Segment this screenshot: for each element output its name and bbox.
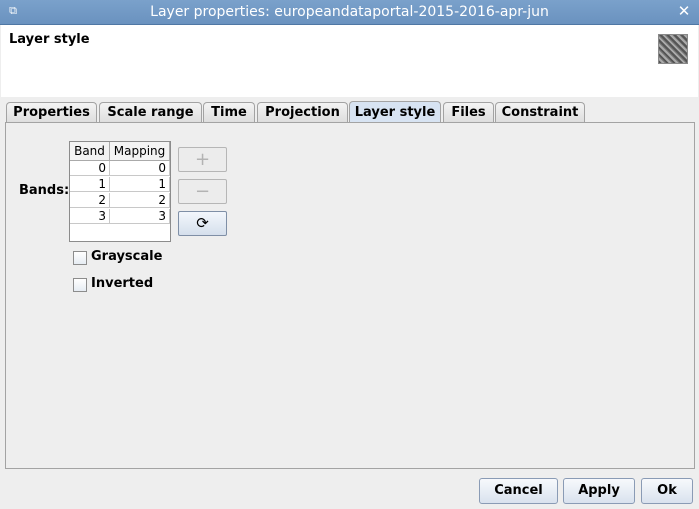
plus-icon: + [194,149,211,170]
apply-button[interactable]: Apply [563,478,635,504]
tab-files[interactable]: Files [443,102,494,122]
ok-button[interactable]: Ok [641,478,693,504]
table-cell-band[interactable]: 0 [70,161,110,176]
close-icon[interactable]: ✕ [676,3,692,19]
column-header-band[interactable]: Band [70,142,110,161]
table-cell-mapping[interactable]: 3 [110,209,170,224]
table-cell-mapping[interactable]: 1 [110,177,170,192]
bands-table[interactable]: Band Mapping 0 0 1 1 2 2 3 3 [69,141,171,242]
cancel-button[interactable]: Cancel [479,478,558,504]
minus-icon: − [194,181,211,202]
add-band-button[interactable]: + [178,147,227,172]
window-title: Layer properties: europeandataportal-201… [150,4,549,20]
layer-style-panel: Bands: Band Mapping 0 0 1 1 2 2 3 3 + − … [5,122,695,469]
table-cell-band[interactable]: 1 [70,177,110,192]
table-cell-band[interactable]: 2 [70,193,110,208]
title-bar: ⧉ Layer properties: europeandataportal-2… [0,0,699,25]
grayscale-checkbox-box[interactable] [73,251,87,265]
column-header-mapping[interactable]: Mapping [110,142,170,161]
table-cell-band[interactable]: 3 [70,209,110,224]
refresh-bands-button[interactable]: ⟳ [178,211,227,236]
tab-projection[interactable]: Projection [257,102,348,122]
tab-constraint[interactable]: Constraint [495,102,585,122]
tab-properties[interactable]: Properties [6,102,97,122]
table-cell-mapping[interactable]: 0 [110,161,170,176]
tab-time[interactable]: Time [203,102,255,122]
inverted-checkbox-box[interactable] [73,278,87,292]
layer-thumbnail [658,34,688,64]
inverted-label[interactable]: Inverted [91,276,153,291]
remove-band-button[interactable]: − [178,179,227,204]
table-cell-mapping[interactable]: 2 [110,193,170,208]
bands-label: Bands: [19,183,70,198]
refresh-icon: ⟳ [196,214,209,232]
header-panel: Layer style [1,25,698,97]
tab-scale-range[interactable]: Scale range [99,102,202,122]
grayscale-label[interactable]: Grayscale [91,249,162,264]
tab-layer-style[interactable]: Layer style [349,101,441,122]
page-heading: Layer style [9,32,90,47]
